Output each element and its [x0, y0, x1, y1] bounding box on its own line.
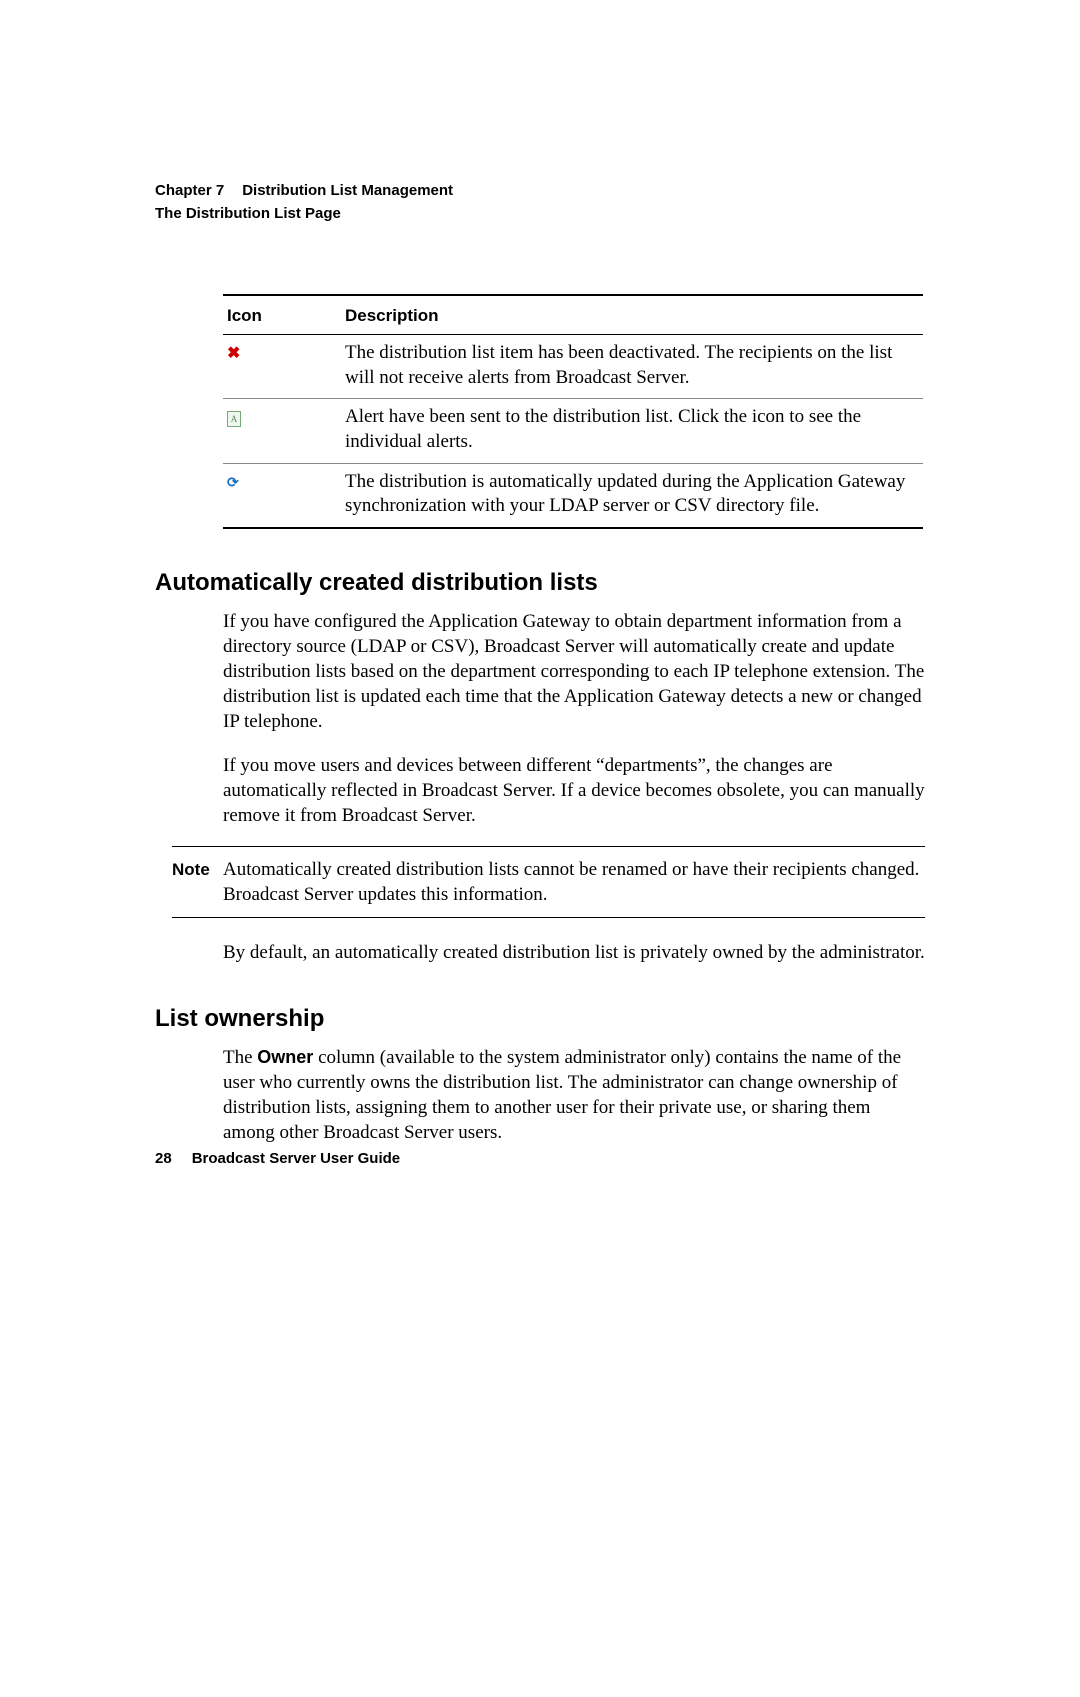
table-header-description: Description	[341, 295, 923, 335]
page-number: 28	[155, 1150, 172, 1167]
table-cell-description: Alert have been sent to the distribution…	[341, 399, 923, 463]
owner-word: Owner	[257, 1047, 313, 1067]
note-label: Note	[172, 857, 223, 907]
table-header-icon: Icon	[223, 295, 341, 335]
table-row: A Alert have been sent to the distributi…	[223, 399, 923, 463]
body-paragraph: If you move users and devices between di…	[223, 753, 925, 828]
document-icon: A	[227, 411, 241, 427]
note-text: Automatically created distribution lists…	[223, 857, 925, 907]
table-row: ⟳ The distribution is automatically upda…	[223, 463, 923, 528]
body-paragraph: If you have configured the Application G…	[223, 609, 925, 734]
icon-description-table: Icon Description ✖ The distribution list…	[223, 294, 923, 529]
header-section-title: The Distribution List Page	[155, 203, 925, 224]
section2-body: The Owner column (available to the syste…	[223, 1045, 925, 1145]
body-paragraph: The Owner column (available to the syste…	[223, 1045, 925, 1145]
table-cell-description: The distribution list item has been deac…	[341, 335, 923, 399]
heading-list-ownership: List ownership	[155, 1005, 925, 1033]
section1-body-after-note: By default, an automatically created dis…	[223, 940, 925, 965]
chapter-label: Chapter 7	[155, 182, 224, 199]
sync-icon: ⟳	[227, 473, 241, 487]
page-header: Chapter 7 Distribution List Management Th…	[155, 180, 925, 224]
chapter-title: Distribution List Management	[242, 182, 453, 199]
footer-guide-title: Broadcast Server User Guide	[192, 1150, 400, 1167]
heading-auto-created-lists: Automatically created distribution lists	[155, 569, 925, 597]
x-icon: ✖	[227, 345, 240, 362]
page-footer: 28 Broadcast Server User Guide	[155, 1150, 400, 1167]
note-block: Note Automatically created distribution …	[172, 846, 925, 918]
owner-para-suffix: column (available to the system administ…	[223, 1047, 901, 1143]
table-row: ✖ The distribution list item has been de…	[223, 335, 923, 399]
owner-para-prefix: The	[223, 1047, 257, 1068]
table-cell-description: The distribution is automatically update…	[341, 463, 923, 528]
section1-body: If you have configured the Application G…	[223, 609, 925, 828]
body-paragraph: By default, an automatically created dis…	[223, 940, 925, 965]
